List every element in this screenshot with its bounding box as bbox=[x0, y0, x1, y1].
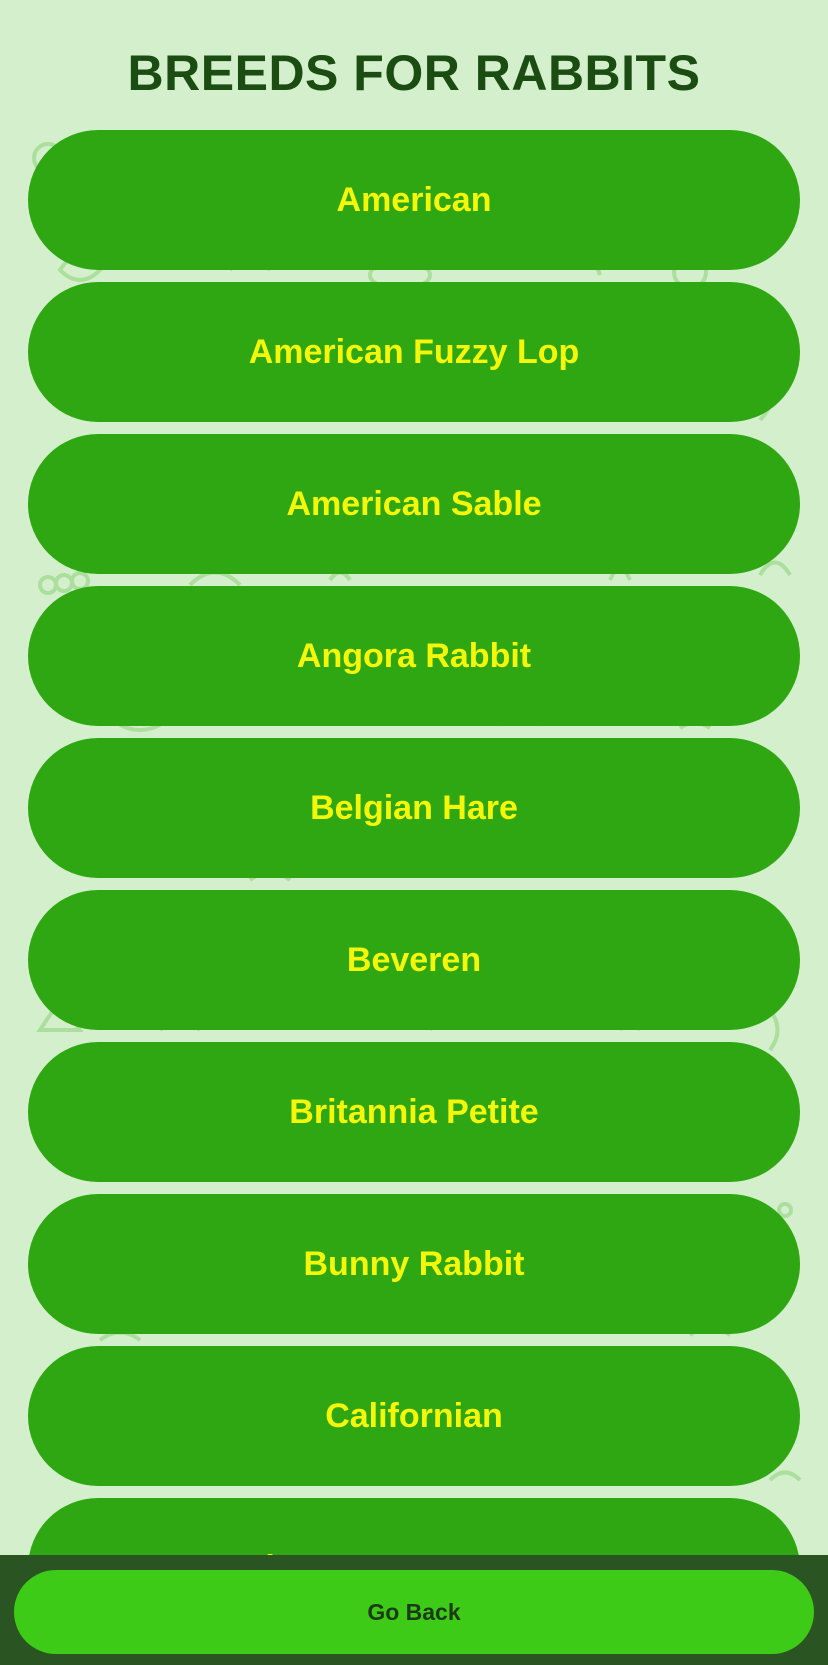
page-title: BREEDS FOR RABBITS bbox=[127, 45, 701, 101]
breed-button-californian[interactable]: Californian bbox=[28, 1346, 800, 1486]
breed-button-american-sable[interactable]: American Sable bbox=[28, 434, 800, 574]
breed-button-britannia-petite[interactable]: Britannia Petite bbox=[28, 1042, 800, 1182]
breed-button-belgian-hare[interactable]: Belgian Hare bbox=[28, 738, 800, 878]
breed-button-angora-rabbit[interactable]: Angora Rabbit bbox=[28, 586, 800, 726]
breed-button-american-fuzzy-lop[interactable]: American Fuzzy Lop bbox=[28, 282, 800, 422]
go-back-button[interactable]: Go Back bbox=[14, 1570, 814, 1654]
breed-button-beveren[interactable]: Beveren bbox=[28, 890, 800, 1030]
breed-button-american[interactable]: American bbox=[28, 130, 800, 270]
breed-list: American American Fuzzy Lop American Sab… bbox=[28, 130, 800, 1650]
breed-button-bunny-rabbit[interactable]: Bunny Rabbit bbox=[28, 1194, 800, 1334]
footer-bar: Go Back bbox=[0, 1555, 828, 1665]
